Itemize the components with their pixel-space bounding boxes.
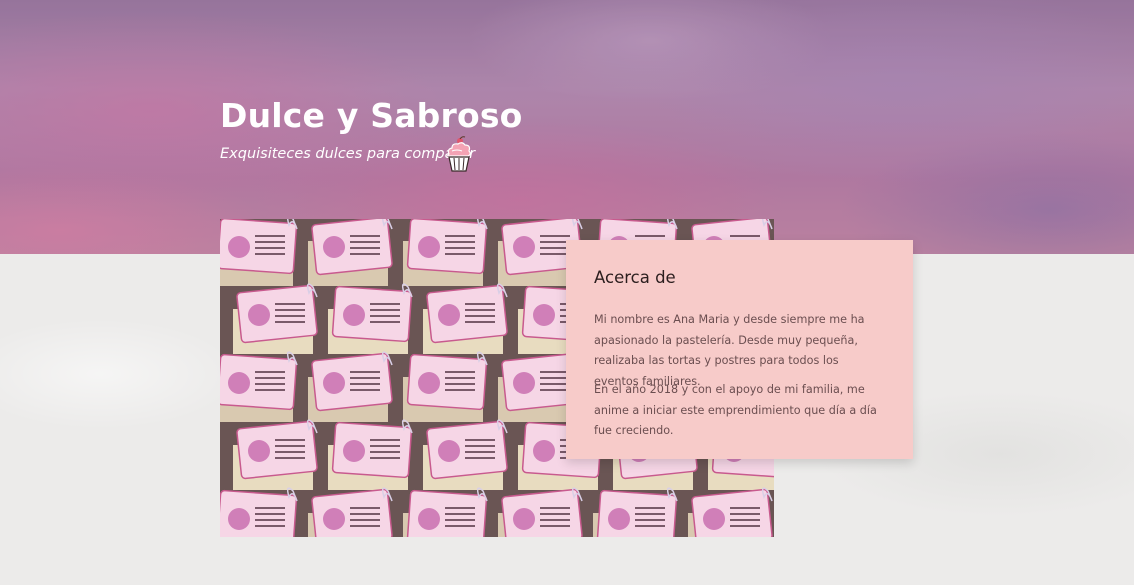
about-heading: Acerca de	[594, 268, 676, 287]
hero-banner	[0, 0, 1134, 254]
site-title: Dulce y Sabroso	[220, 96, 523, 135]
about-card: Acerca de Mi nombre es Ana Maria y desde…	[566, 240, 913, 459]
site-tagline: Exquisiteces dulces para compartir	[220, 146, 476, 162]
cupcake-icon	[444, 136, 474, 174]
about-paragraph-2: En el año 2018 y con el apoyo de mi fami…	[594, 383, 877, 437]
